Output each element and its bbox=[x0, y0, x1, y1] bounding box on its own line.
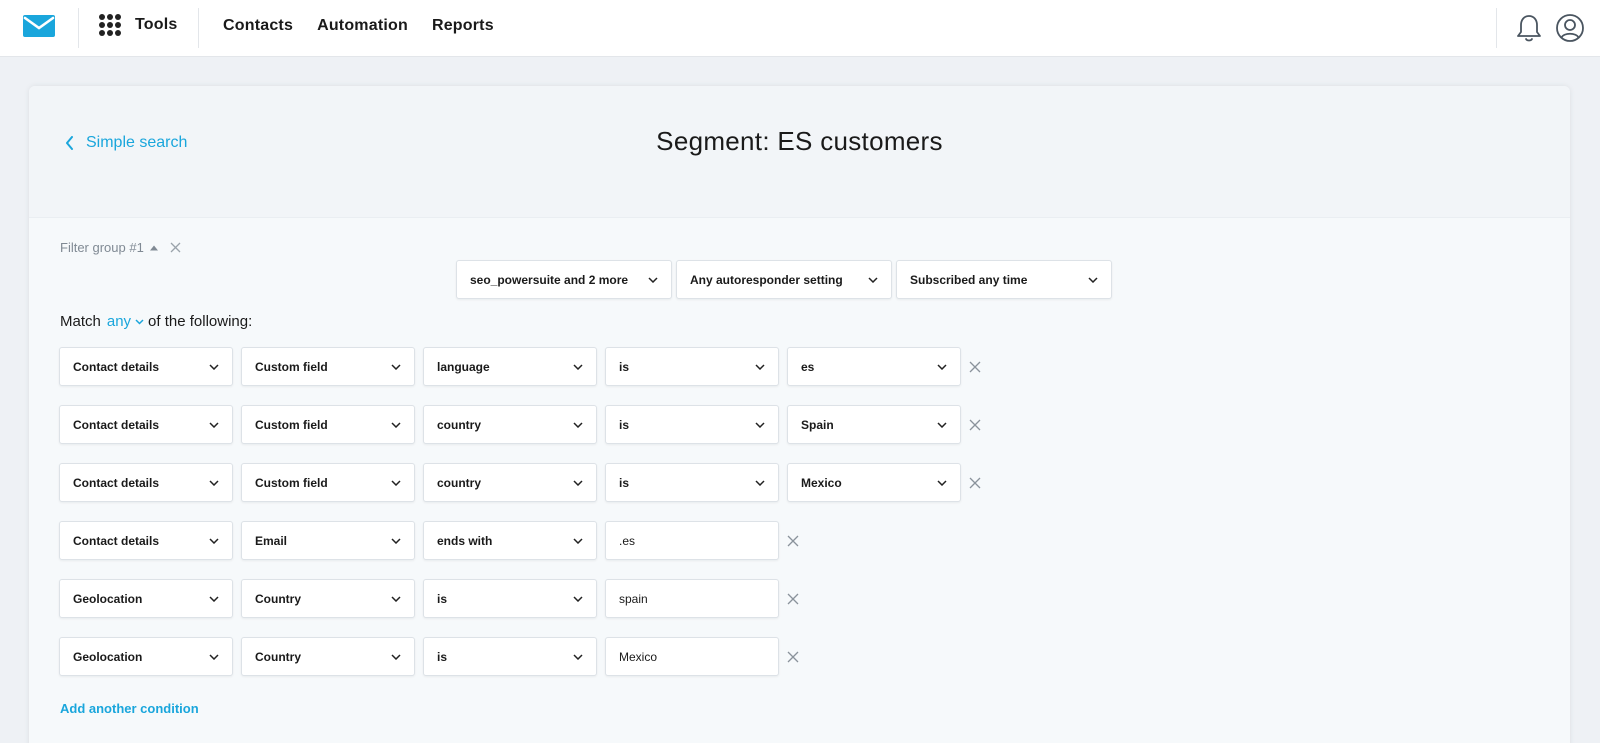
chevron-down-icon bbox=[209, 653, 219, 660]
divider bbox=[78, 8, 79, 48]
nav-reports[interactable]: Reports bbox=[432, 17, 494, 35]
chevron-down-icon bbox=[209, 363, 219, 370]
match-mode-dropdown[interactable]: any bbox=[107, 313, 144, 330]
condition-value-select[interactable]: Mexico bbox=[787, 463, 961, 502]
chevron-down-icon bbox=[937, 421, 947, 428]
add-condition-button[interactable]: Add another condition bbox=[60, 701, 199, 716]
condition-operator-select[interactable]: is bbox=[605, 463, 779, 502]
condition-operator-select[interactable]: is bbox=[423, 579, 597, 618]
remove-condition-icon[interactable] bbox=[785, 591, 801, 607]
condition-category-select[interactable]: Geolocation bbox=[59, 637, 233, 676]
chevron-down-icon bbox=[573, 421, 583, 428]
condition-operator-select[interactable]: is bbox=[605, 347, 779, 386]
condition-field-type-select[interactable]: Email bbox=[241, 521, 415, 560]
condition-category-select[interactable]: Geolocation bbox=[59, 579, 233, 618]
chevron-down-icon bbox=[573, 363, 583, 370]
condition-category-select[interactable]: Contact details bbox=[59, 463, 233, 502]
chevron-down-icon bbox=[391, 363, 401, 370]
chevron-down-icon bbox=[755, 363, 765, 370]
card-header: Simple search Segment: ES customers bbox=[29, 86, 1570, 218]
autoresponder-filter-select[interactable]: Any autoresponder setting bbox=[676, 260, 892, 299]
main-nav: Contacts Automation Reports bbox=[223, 17, 494, 35]
nav-contacts[interactable]: Contacts bbox=[223, 17, 293, 35]
remove-condition-icon[interactable] bbox=[967, 417, 983, 433]
condition-operator-select[interactable]: ends with bbox=[423, 521, 597, 560]
logo-envelope-icon[interactable] bbox=[23, 15, 55, 37]
remove-condition-icon[interactable] bbox=[785, 533, 801, 549]
remove-condition-icon[interactable] bbox=[967, 475, 983, 491]
condition-value-input[interactable] bbox=[605, 637, 779, 676]
chevron-down-icon bbox=[209, 595, 219, 602]
filter-group-header: Filter group #1 bbox=[60, 240, 181, 255]
subscription-date-filter-select[interactable]: Subscribed any time bbox=[896, 260, 1112, 299]
condition-value-input[interactable] bbox=[605, 579, 779, 618]
chevron-down-icon bbox=[391, 479, 401, 486]
match-mode-row: Match any of the following: bbox=[60, 313, 252, 330]
chevron-down-icon bbox=[391, 537, 401, 544]
remove-condition-icon[interactable] bbox=[967, 359, 983, 375]
chevron-down-icon bbox=[648, 276, 658, 283]
page-title: Segment: ES customers bbox=[656, 126, 943, 156]
match-suffix: of the following: bbox=[148, 313, 253, 330]
segment-card: Simple search Segment: ES customers Filt… bbox=[29, 86, 1570, 743]
nav-automation[interactable]: Automation bbox=[317, 17, 408, 35]
chevron-down-icon bbox=[868, 276, 878, 283]
chevron-down-icon bbox=[391, 421, 401, 428]
caret-up-icon[interactable] bbox=[149, 245, 158, 251]
condition-category-select[interactable]: Contact details bbox=[59, 347, 233, 386]
chevron-down-icon bbox=[937, 479, 947, 486]
condition-operator-select[interactable]: is bbox=[605, 405, 779, 444]
match-prefix: Match bbox=[60, 313, 101, 330]
condition-field-select[interactable]: country bbox=[423, 405, 597, 444]
chevron-down-icon bbox=[209, 421, 219, 428]
user-avatar-icon[interactable] bbox=[1555, 13, 1585, 43]
chevron-down-icon bbox=[573, 595, 583, 602]
divider bbox=[198, 8, 199, 48]
chevron-down-icon bbox=[391, 653, 401, 660]
filter-group-label: Filter group #1 bbox=[60, 240, 144, 255]
condition-field-type-select[interactable]: Custom field bbox=[241, 405, 415, 444]
remove-condition-icon[interactable] bbox=[785, 649, 801, 665]
condition-operator-select[interactable]: is bbox=[423, 637, 597, 676]
filter-group: Filter group #1 seo_powersuite and 2 mor… bbox=[29, 218, 1570, 743]
chevron-down-icon bbox=[755, 479, 765, 486]
condition-value-input[interactable] bbox=[605, 521, 779, 560]
condition-field-type-select[interactable]: Custom field bbox=[241, 347, 415, 386]
condition-field-type-select[interactable]: Custom field bbox=[241, 463, 415, 502]
chevron-down-icon bbox=[209, 479, 219, 486]
condition-value-select[interactable]: es bbox=[787, 347, 961, 386]
chevron-down-icon bbox=[209, 537, 219, 544]
chevron-down-icon bbox=[573, 653, 583, 660]
tools-label: Tools bbox=[135, 16, 178, 33]
chevron-down-icon bbox=[573, 479, 583, 486]
close-icon[interactable] bbox=[170, 242, 181, 253]
chevron-down-icon bbox=[937, 363, 947, 370]
condition-field-type-select[interactable]: Country bbox=[241, 637, 415, 676]
list-filter-select[interactable]: seo_powersuite and 2 more bbox=[456, 260, 672, 299]
chevron-down-icon bbox=[573, 537, 583, 544]
condition-value-select[interactable]: Spain bbox=[787, 405, 961, 444]
condition-category-select[interactable]: Contact details bbox=[59, 521, 233, 560]
tools-menu-button[interactable]: Tools bbox=[99, 14, 177, 36]
chevron-down-icon bbox=[135, 318, 144, 325]
chevron-down-icon bbox=[1088, 276, 1098, 283]
chevron-down-icon bbox=[391, 595, 401, 602]
top-bar: Tools Contacts Automation Reports bbox=[0, 0, 1600, 57]
condition-field-type-select[interactable]: Country bbox=[241, 579, 415, 618]
divider bbox=[1496, 8, 1497, 48]
bell-icon[interactable] bbox=[1516, 13, 1542, 43]
apps-grid-icon bbox=[99, 14, 121, 36]
condition-category-select[interactable]: Contact details bbox=[59, 405, 233, 444]
chevron-down-icon bbox=[755, 421, 765, 428]
condition-field-select[interactable]: country bbox=[423, 463, 597, 502]
match-mode-value: any bbox=[106, 313, 132, 330]
condition-field-select[interactable]: language bbox=[423, 347, 597, 386]
